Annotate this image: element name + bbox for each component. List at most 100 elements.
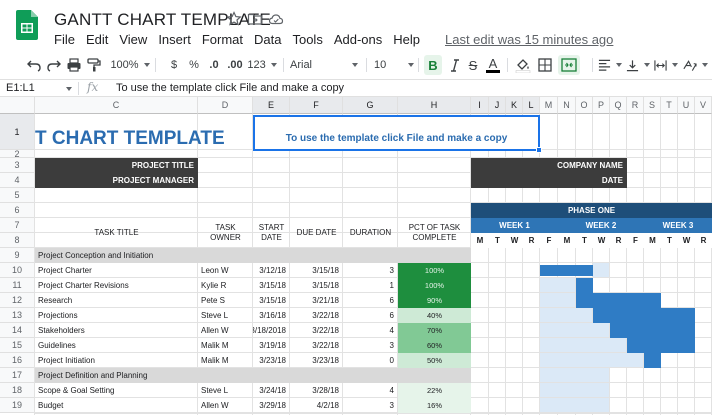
column-header-u[interactable]: U: [678, 97, 695, 114]
formula-input[interactable]: To use the template click File and make …: [116, 82, 344, 94]
duration-cell[interactable]: 1: [343, 278, 398, 293]
name-box[interactable]: E1:L1: [6, 82, 35, 94]
menu-tools[interactable]: Tools: [292, 32, 322, 47]
column-header-l[interactable]: L: [523, 97, 540, 114]
duration-cell[interactable]: 6: [343, 308, 398, 323]
task-owner-cell[interactable]: Allen W: [198, 323, 253, 338]
paint-format-icon[interactable]: [85, 55, 103, 75]
gantt-bar[interactable]: [576, 293, 661, 308]
column-header-v[interactable]: V: [695, 97, 712, 114]
row-header-13[interactable]: 13: [0, 308, 35, 323]
task-title-cell[interactable]: Budget: [35, 398, 198, 413]
due-date-cell[interactable]: 3/15/18: [290, 278, 343, 293]
currency-button[interactable]: $: [167, 55, 181, 75]
due-date-cell[interactable]: 3/15/18: [290, 263, 343, 278]
column-header-j[interactable]: J: [489, 97, 506, 114]
column-header-d[interactable]: D: [198, 97, 253, 114]
align-horizontal-icon[interactable]: [598, 55, 622, 75]
pct-complete-cell[interactable]: 100%: [398, 263, 471, 278]
row-header-11[interactable]: 11: [0, 278, 35, 293]
print-icon[interactable]: [65, 55, 83, 75]
row-header-15[interactable]: 15: [0, 338, 35, 353]
row-header-1[interactable]: 1: [0, 114, 35, 150]
duration-cell[interactable]: 3: [343, 338, 398, 353]
project-manager-value[interactable]: [198, 173, 471, 188]
company-name-value[interactable]: [627, 158, 712, 173]
text-wrap-icon[interactable]: [654, 55, 678, 75]
pct-complete-cell[interactable]: 90%: [398, 293, 471, 308]
menu-addons[interactable]: Add-ons: [334, 32, 382, 47]
gantt-bar[interactable]: [627, 338, 695, 353]
merge-cells-icon[interactable]: [558, 55, 580, 75]
column-header-p[interactable]: P: [593, 97, 610, 114]
pct-complete-cell[interactable]: 70%: [398, 323, 471, 338]
menu-file[interactable]: File: [54, 32, 75, 47]
column-header-i[interactable]: I: [471, 97, 489, 114]
row-header-10[interactable]: 10: [0, 263, 35, 278]
column-header-h[interactable]: H: [398, 97, 471, 114]
due-date-cell[interactable]: 3/23/18: [290, 353, 343, 368]
start-date-cell[interactable]: 3/18/2018: [253, 323, 290, 338]
project-title-value[interactable]: [198, 158, 471, 173]
menu-view[interactable]: View: [119, 32, 147, 47]
pct-complete-cell[interactable]: 100%: [398, 278, 471, 293]
task-title-cell[interactable]: Project Initiation: [35, 353, 198, 368]
spreadsheet-grid[interactable]: C D E F G H I J K L M N O P Q R S T U V 1 2 3 4 5 6 7 8 9 10 11 12 13 14 1…: [0, 97, 712, 415]
row-header-14[interactable]: 14: [0, 323, 35, 338]
text-color-button[interactable]: A: [485, 55, 501, 75]
start-date-cell[interactable]: 3/15/18: [253, 293, 290, 308]
task-owner-cell[interactable]: Malik M: [198, 338, 253, 353]
due-date-cell[interactable]: 3/28/18: [290, 383, 343, 398]
date-value[interactable]: [627, 173, 712, 188]
pct-complete-cell[interactable]: 22%: [398, 383, 471, 398]
task-owner-cell[interactable]: Steve L: [198, 383, 253, 398]
text-rotate-icon[interactable]: [682, 55, 708, 75]
menu-help[interactable]: Help: [393, 32, 420, 47]
selection-fill-handle[interactable]: [536, 147, 542, 153]
column-header-m[interactable]: M: [540, 97, 558, 114]
due-date-cell[interactable]: 3/22/18: [290, 323, 343, 338]
row-header-8[interactable]: 8: [0, 233, 35, 248]
italic-icon[interactable]: [448, 55, 462, 75]
duration-cell[interactable]: 6: [343, 293, 398, 308]
column-header-s[interactable]: S: [644, 97, 661, 114]
start-date-cell[interactable]: 3/15/18: [253, 278, 290, 293]
star-icon[interactable]: [226, 11, 242, 27]
row-header-7[interactable]: 7: [0, 218, 35, 233]
task-owner-cell[interactable]: Pete S: [198, 293, 253, 308]
column-header-n[interactable]: N: [558, 97, 576, 114]
due-date-cell[interactable]: 4/2/18: [290, 398, 343, 413]
start-date-cell[interactable]: 3/16/18: [253, 308, 290, 323]
column-header-q[interactable]: Q: [610, 97, 627, 114]
gantt-bar[interactable]: [593, 308, 695, 323]
zoom-select[interactable]: 100%: [110, 55, 150, 75]
task-title-cell[interactable]: Stakeholders: [35, 323, 198, 338]
row-header-12[interactable]: 12: [0, 293, 35, 308]
due-date-cell[interactable]: 3/22/18: [290, 338, 343, 353]
task-owner-cell[interactable]: Malik M: [198, 353, 253, 368]
task-owner-cell[interactable]: Steve L: [198, 308, 253, 323]
sheets-logo-icon[interactable]: [16, 10, 38, 40]
task-title-cell[interactable]: Scope & Goal Setting: [35, 383, 198, 398]
redo-icon[interactable]: [45, 55, 63, 75]
undo-icon[interactable]: [25, 55, 43, 75]
task-title-cell[interactable]: Guidelines: [35, 338, 198, 353]
duration-cell[interactable]: 0: [343, 353, 398, 368]
task-title-cell[interactable]: Project Charter Revisions: [35, 278, 198, 293]
gantt-bar[interactable]: [576, 278, 593, 293]
more-formats-button[interactable]: 123: [247, 55, 277, 75]
task-owner-cell[interactable]: Allen W: [198, 398, 253, 413]
row-header-3[interactable]: 3: [0, 158, 35, 173]
gantt-bar[interactable]: [644, 353, 661, 368]
task-title-cell[interactable]: Project Charter: [35, 263, 198, 278]
percent-button[interactable]: %: [187, 55, 201, 75]
start-date-cell[interactable]: 3/24/18: [253, 383, 290, 398]
row-header-18[interactable]: 18: [0, 383, 35, 398]
decrease-decimal-button[interactable]: .0: [207, 55, 221, 75]
row-header-2[interactable]: 2: [0, 149, 35, 159]
fill-color-icon[interactable]: [514, 55, 532, 75]
due-date-cell[interactable]: 3/22/18: [290, 308, 343, 323]
chevron-down-icon[interactable]: [66, 87, 72, 91]
last-edit-link[interactable]: Last edit was 15 minutes ago: [445, 32, 613, 47]
gantt-bar[interactable]: [610, 323, 695, 338]
